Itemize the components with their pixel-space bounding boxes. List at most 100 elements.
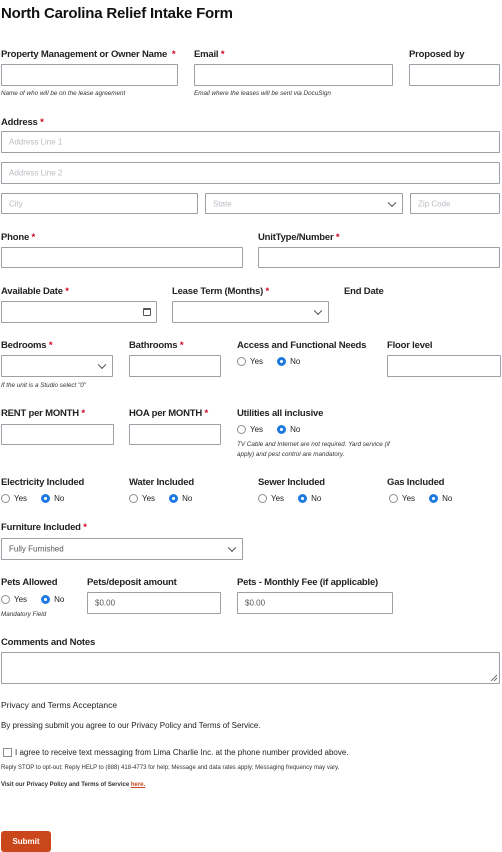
utilities-yes-radio[interactable] <box>237 425 246 434</box>
access-radio-group: Yes No <box>237 357 300 366</box>
floor-input[interactable] <box>387 355 501 377</box>
furniture-label: Furniture Included * <box>1 522 87 533</box>
utilities-no-radio[interactable] <box>277 425 287 434</box>
pets-allowed-label: Pets Allowed <box>1 577 58 588</box>
utilities-label: Utilities all inclusive <box>237 408 324 419</box>
pets-deposit-label: Pets/deposit amount <box>87 577 177 588</box>
phone-label: Phone * <box>1 232 35 243</box>
electricity-no-radio[interactable] <box>41 494 51 503</box>
visit-text: Visit our Privacy Policy and Terms of Se… <box>1 782 146 788</box>
access-no-label: No <box>290 357 301 366</box>
water-label: Water Included <box>129 477 194 488</box>
privacy-link[interactable]: here. <box>131 782 145 788</box>
pets-allowed-radio-group: Yes No <box>1 595 64 604</box>
unit-input[interactable] <box>258 247 500 268</box>
gas-yes-radio[interactable] <box>389 494 398 503</box>
sewer-yes-label: Yes <box>271 494 285 503</box>
pets-yes-label: Yes <box>14 595 28 604</box>
city-input[interactable]: City <box>1 193 198 214</box>
bedrooms-label: Bedrooms * <box>1 340 53 351</box>
electricity-radio-group: Yes No <box>1 494 64 503</box>
water-no-radio[interactable] <box>169 494 179 503</box>
comments-textarea[interactable] <box>1 652 500 684</box>
address-line2-input[interactable]: Address Line 2 <box>1 162 500 184</box>
gas-yes-label: Yes <box>402 494 416 503</box>
sewer-yes-radio[interactable] <box>258 494 267 503</box>
privacy-heading: Privacy and Terms Acceptance <box>1 700 118 710</box>
utilities-no-label: No <box>290 425 301 434</box>
electricity-yes-label: Yes <box>14 494 28 503</box>
gas-radio-group: Yes No <box>389 494 452 503</box>
lease-term-select[interactable] <box>172 301 329 323</box>
pets-deposit-value: $0.00 <box>95 598 116 608</box>
rent-label: RENT per MONTH * <box>1 408 85 419</box>
electricity-no-label: No <box>54 494 65 503</box>
pets-deposit-input[interactable]: $0.00 <box>87 592 221 614</box>
chevron-down-icon <box>313 306 323 316</box>
water-yes-radio[interactable] <box>129 494 138 503</box>
floor-label: Floor level <box>387 340 433 351</box>
phone-input[interactable] <box>1 247 243 268</box>
zip-input[interactable]: Zip Code <box>410 193 500 214</box>
address-line2-placeholder: Address Line 2 <box>9 168 63 178</box>
bedrooms-help-text: If the unit is a Studio select "0" <box>1 382 86 389</box>
furniture-select[interactable]: Fully Furnished <box>1 538 243 560</box>
pets-yes-radio[interactable] <box>1 595 10 604</box>
access-label: Access and Functional Needs <box>237 340 367 351</box>
sewer-label: Sewer Included <box>258 477 325 488</box>
state-select[interactable]: State <box>205 193 403 214</box>
owner-name-input[interactable] <box>1 64 178 86</box>
sewer-no-label: No <box>311 494 322 503</box>
utilities-radio-group: Yes No <box>237 425 300 434</box>
utilities-yes-label: Yes <box>250 425 264 434</box>
bathrooms-label: Bathrooms * <box>129 340 184 351</box>
furniture-selected-value: Fully Furnished <box>9 544 64 554</box>
pets-allowed-help-text: Mandatory Field <box>1 611 47 618</box>
access-no-radio[interactable] <box>277 357 287 366</box>
consent-row: I agree to receive text messaging from L… <box>3 748 349 757</box>
bathrooms-input[interactable] <box>129 355 221 377</box>
proposed-by-input[interactable] <box>409 64 500 86</box>
lease-term-label: Lease Term (Months) * <box>172 286 269 297</box>
submit-button[interactable]: Submit <box>1 831 51 852</box>
gas-no-radio[interactable] <box>429 494 439 503</box>
utilities-help-text: TV Cable and Internet are not required. … <box>237 441 390 458</box>
resize-handle-icon[interactable] <box>490 674 497 681</box>
available-date-input[interactable] <box>1 301 157 323</box>
pets-no-radio[interactable] <box>41 595 51 604</box>
electricity-label: Electricity Included <box>1 477 85 488</box>
form-title: North Carolina Relief Intake Form <box>1 5 233 22</box>
chevron-down-icon <box>227 543 237 553</box>
pets-fee-label: Pets - Monthly Fee (if applicable) <box>237 577 378 588</box>
chevron-down-icon <box>387 198 397 207</box>
email-help-text: Email where the leases will be sent via … <box>194 90 331 97</box>
email-label: Email * <box>194 49 225 60</box>
privacy-text: By pressing submit you agree to our Priv… <box>1 721 261 730</box>
pets-fee-input[interactable]: $0.00 <box>237 592 393 614</box>
access-yes-label: Yes <box>250 357 264 366</box>
sewer-radio-group: Yes No <box>258 494 321 503</box>
sewer-no-radio[interactable] <box>298 494 308 503</box>
address-line1-input[interactable]: Address Line 1 <box>1 131 500 153</box>
state-placeholder: State <box>213 199 232 208</box>
consent-label: I agree to receive text messaging from L… <box>15 748 349 757</box>
water-radio-group: Yes No <box>129 494 192 503</box>
consent-checkbox[interactable] <box>3 748 12 757</box>
stop-text: Reply STOP to opt-out; Reply HELP to (88… <box>1 765 340 771</box>
comments-label: Comments and Notes <box>1 637 96 648</box>
bedrooms-select[interactable] <box>1 355 113 377</box>
gas-no-label: No <box>442 494 453 503</box>
unit-label: UnitType/Number * <box>258 232 340 243</box>
zip-placeholder: Zip Code <box>418 199 451 208</box>
city-placeholder: City <box>9 199 23 208</box>
electricity-yes-radio[interactable] <box>1 494 10 503</box>
pets-fee-value: $0.00 <box>245 598 266 608</box>
hoa-label: HOA per MONTH * <box>129 408 209 419</box>
rent-input[interactable] <box>1 424 114 445</box>
calendar-icon[interactable] <box>143 308 151 316</box>
email-input[interactable] <box>194 64 393 86</box>
access-yes-radio[interactable] <box>237 357 246 366</box>
proposed-by-label: Proposed by <box>409 49 465 60</box>
hoa-input[interactable] <box>129 424 221 445</box>
water-yes-label: Yes <box>142 494 156 503</box>
